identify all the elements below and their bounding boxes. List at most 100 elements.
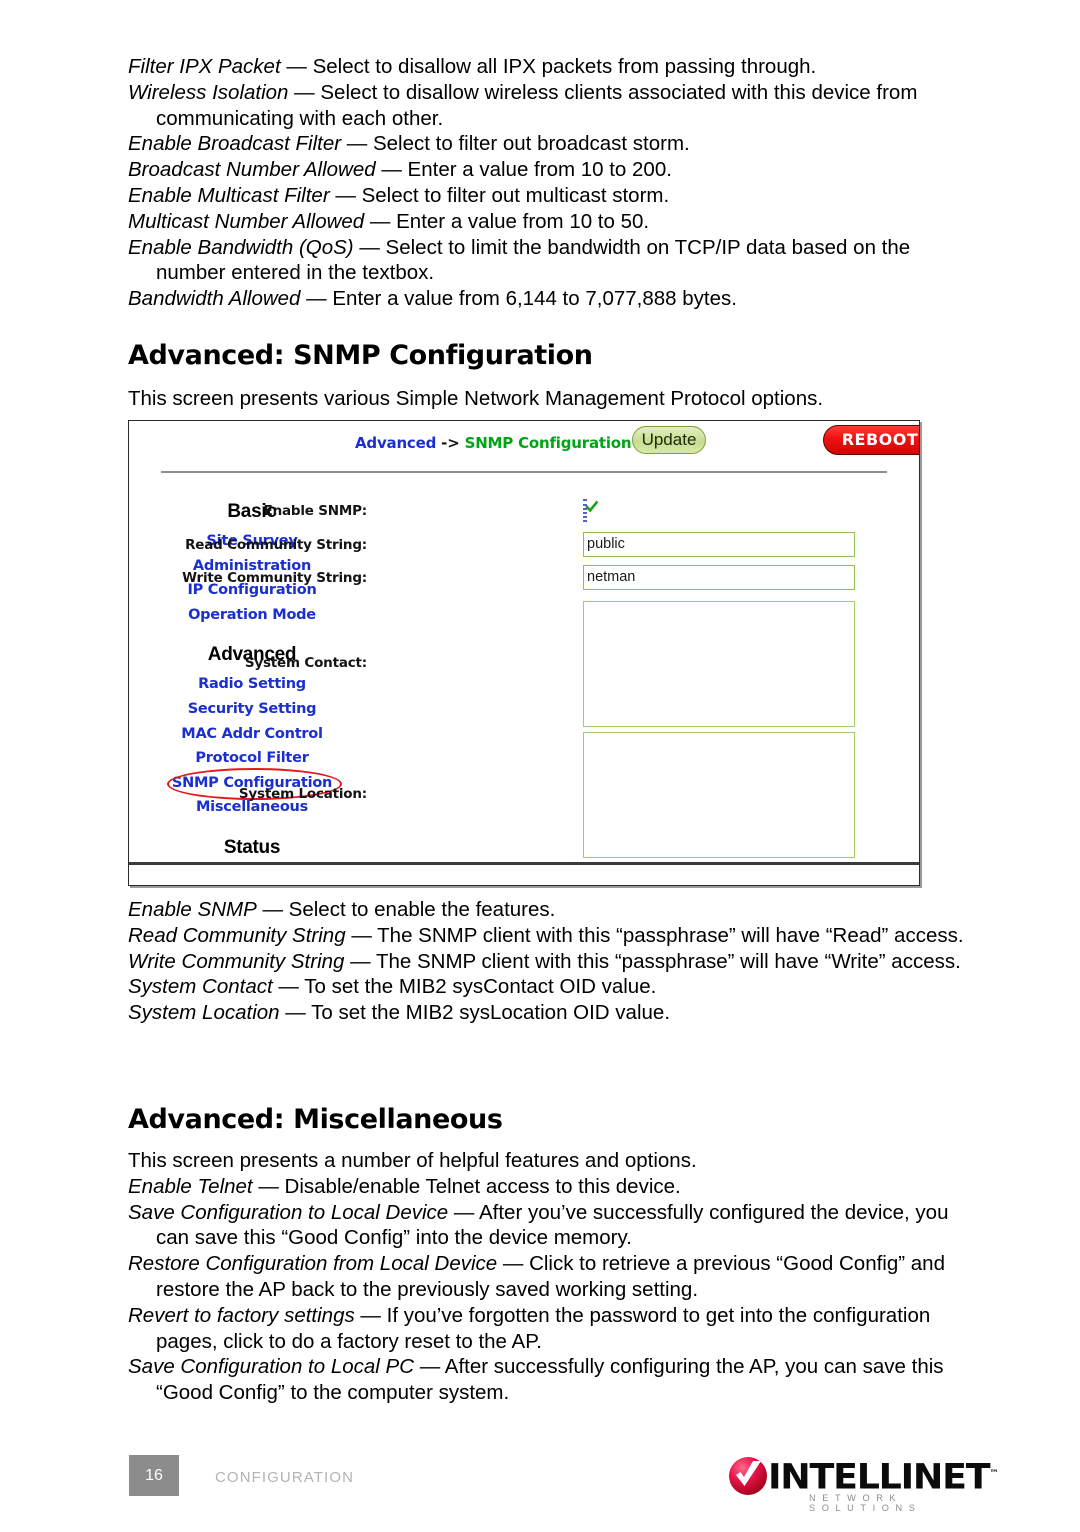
dash: — [329,183,362,207]
paragraph: Write Community String — The SNMP client… [128,949,964,975]
breadcrumb-current: SNMP Configuration [464,434,632,452]
paragraph: Read Community String — The SNMP client … [128,923,964,949]
page-number-badge: 16 [129,1455,179,1496]
text: The SNMP client with this “passphrase” w… [377,923,820,947]
dash: — [256,898,289,921]
term: Enable Bandwidth (QoS) [128,235,354,259]
term: System Contact [128,975,273,999]
intellinet-checkmark-logo-icon [729,1457,767,1495]
system-contact-textarea[interactable] [583,601,855,727]
sidebar-item-mac-addr-control[interactable]: MAC Addr Control [147,722,357,747]
term: Write Community String [128,949,345,973]
text: Select to filter out multicast storm. [361,183,670,207]
write-community-input[interactable]: netman [583,565,855,590]
snmp-section-heading: Advanced: SNMP Configuration [128,340,593,371]
sidebar-item-security-setting[interactable]: Security Setting [147,697,357,722]
dash: — [414,1355,445,1379]
term: Wireless Isolation [128,80,289,104]
misc-paragraph-list: This screen presents a number of helpful… [128,1148,964,1406]
checkmark-icon [585,500,599,513]
form-row-write-community: Write Community String: netman [182,565,907,601]
header-divider [161,471,887,473]
text: Select to enable the features. [288,898,556,921]
dash: — [288,80,321,104]
intro-paragraph-list: Filter IPX Packet — Select to disallow a… [128,54,964,312]
text-cont: “Write” access. [824,949,961,973]
text: If you’ve forgotten the password to get … [386,1303,808,1327]
embedded-router-screenshot: Advanced -> SNMP Configuration Update RE… [128,420,920,886]
update-button[interactable]: Update [632,426,706,454]
dash: — [375,158,408,182]
screenshot-header: Advanced -> SNMP Configuration Update RE… [129,421,919,478]
reboot-button[interactable]: REBOOT [823,425,919,455]
paragraph: Enable Broadcast Filter — Select to filt… [128,131,964,157]
text: Select to filter out broadcast storm. [372,132,690,156]
text: To set the MIB2 sysLocation OID value. [311,1001,671,1025]
read-community-input[interactable]: public [583,532,855,557]
breadcrumb: Advanced -> SNMP Configuration [355,434,632,452]
breadcrumb-parent[interactable]: Advanced [355,434,436,452]
term: Enable Broadcast Filter [128,132,342,156]
term: Enable SNMP [128,898,257,921]
sidebar-item-protocol-filter[interactable]: Protocol Filter [147,746,357,771]
dash: — [364,209,397,233]
term: Read Community String [128,923,346,947]
dash: — [272,975,305,999]
sidebar-group-status: Status [223,836,281,858]
paragraph: Save Configuration to Local Device — Aft… [128,1200,964,1252]
form-row-system-contact: System Contact: [245,601,907,732]
sidebar-item-operation-mode[interactable]: Operation Mode [147,603,357,628]
term: Multicast Number Allowed [128,209,365,233]
form-row-system-location: System Location: [239,732,907,862]
text: Enter a value from 6,144 to 7,077,888 by… [332,287,737,311]
system-location-label: System Location: [238,786,367,802]
dash: — [448,1200,479,1224]
text: Enter a value from 10 to 50. [396,209,650,233]
dash: — [280,55,313,78]
paragraph: This screen presents a number of helpful… [128,1148,964,1174]
text: Select to disallow all IPX packets from … [312,55,817,78]
dash: — [353,235,386,259]
paragraph: Save Configuration to Local PC — After s… [128,1354,964,1406]
term: System Location [128,1001,280,1025]
text: This screen presents a number of helpful… [128,1149,697,1172]
paragraph: Broadcast Number Allowed — Enter a value… [128,157,964,183]
dash: — [341,132,373,156]
snmp-intro: This screen presents various Simple Netw… [128,386,964,412]
enable-snmp-checkbox[interactable] [583,499,599,522]
intellinet-tagline: NETWORK SOLUTIONS [809,1493,922,1513]
dash: — [279,1001,312,1025]
text-cont: “Read” access. [825,923,964,947]
text: After you’ve successfully configured the [478,1200,840,1224]
text: To set the MIB2 sysContact OID value. [304,975,657,999]
text: Click to retrieve a previous “Good [529,1252,834,1276]
sidebar-item-radio-setting[interactable]: Radio Setting [147,672,357,697]
system-location-textarea[interactable] [583,732,855,858]
paragraph: Enable Bandwidth (QoS) — Select to limit… [128,235,964,287]
term: Bandwidth Allowed [128,287,301,311]
trademark-symbol: ™ [989,1469,999,1479]
term: Broadcast Number Allowed [128,158,376,182]
term: Save Configuration to Local Device [128,1200,449,1224]
text: The SNMP client with this “passphrase” w… [375,949,819,973]
paragraph: Multicast Number Allowed — Enter a value… [128,209,964,235]
snmp-form: Enable SNMP: Read Community String: publ… [182,499,907,862]
enable-snmp-label: Enable SNMP: [263,503,368,519]
paragraph: Enable Telnet — Disable/enable Telnet ac… [128,1174,964,1200]
paragraph: System Location — To set the MIB2 sysLoc… [128,1000,964,1026]
paragraph: Restore Configuration from Local Device … [128,1251,964,1303]
text: Enter a value from 10 to 200. [407,158,672,182]
paragraph: Filter IPX Packet — Select to disallow a… [128,54,964,80]
paragraph: System Contact — To set the MIB2 sysCont… [128,974,964,1000]
write-community-label: Write Community String: [182,570,367,586]
text: After successfully configuring the AP, y… [444,1355,857,1379]
term: Filter IPX Packet [128,55,281,78]
system-contact-label: System Contact: [244,655,367,671]
term: Enable Multicast Filter [128,183,330,207]
intellinet-wordmark: INTELLINET™ [768,1457,999,1498]
form-row-enable-snmp: Enable SNMP: [264,499,907,532]
sidebar-nav: Basic Site Survey Administration IP Conf… [147,501,357,865]
paragraph: Wireless Isolation — Select to disallow … [128,80,964,132]
footer-section-label: CONFIGURATION [215,1469,355,1486]
